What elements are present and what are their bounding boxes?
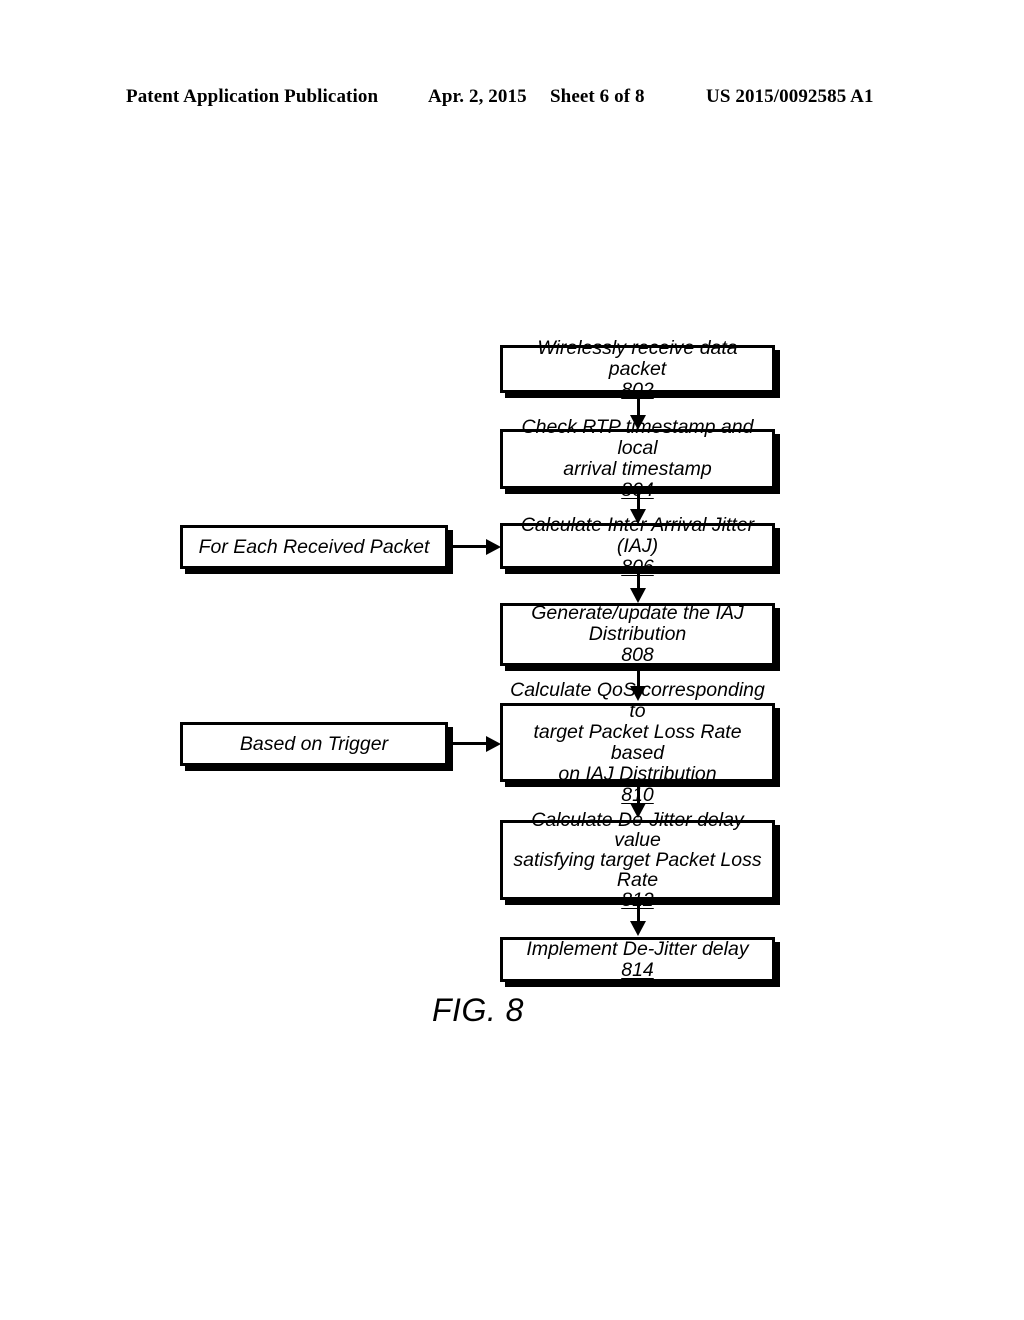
flow-node-806: Calculate Inter Arrival Jitter (IAJ) 806 <box>500 514 775 577</box>
flowchart-figure-8: Wirelessly receive data packet 802 Check… <box>0 0 1024 1320</box>
connector-based-on-trigger-to-810 <box>452 742 488 745</box>
flow-node-806-label: Calculate Inter Arrival Jitter (IAJ) <box>520 513 755 557</box>
annotation-for-each-received-packet-label: For Each Received Packet <box>198 535 430 558</box>
flow-node-810-label: Calculate QoS corresponding to target Pa… <box>510 678 765 785</box>
flow-node-802-label: Wirelessly receive data packet <box>537 336 738 380</box>
annotation-based-on-trigger: Based on Trigger <box>180 722 448 766</box>
figure-caption: FIG. 8 <box>432 992 524 1028</box>
flow-node-812: Calculate De-Jitter delay value satisfyi… <box>500 810 775 910</box>
arrowhead-812-to-814 <box>630 921 646 936</box>
flow-node-802: Wirelessly receive data packet 802 <box>500 337 775 400</box>
connector-for-each-packet-to-806 <box>452 545 488 548</box>
flow-node-810: Calculate QoS corresponding to target Pa… <box>500 679 775 805</box>
flow-node-804-label: Check RTP timestamp and local arrival ti… <box>521 416 754 480</box>
arrowhead-for-each-packet-to-806 <box>486 539 501 555</box>
flow-node-808: Generate/update the IAJ Distribution 808 <box>500 603 775 666</box>
arrowhead-806-to-808 <box>630 588 646 603</box>
flow-node-814-ref: 814 <box>621 958 654 981</box>
flow-node-808-label: Generate/update the IAJ Distribution <box>531 602 744 645</box>
flow-node-804: Check RTP timestamp and local arrival ti… <box>500 417 775 501</box>
flow-node-814-label: Implement De-Jitter delay <box>526 937 749 960</box>
arrowhead-based-on-trigger-to-810 <box>486 736 501 752</box>
flow-node-812-label: Calculate De-Jitter delay value satisfyi… <box>513 808 762 891</box>
flow-node-814: Implement De-Jitter delay 814 <box>500 937 775 982</box>
flow-node-808-ref: 808 <box>621 644 654 666</box>
annotation-for-each-received-packet: For Each Received Packet <box>180 525 448 569</box>
annotation-based-on-trigger-label: Based on Trigger <box>239 732 389 755</box>
